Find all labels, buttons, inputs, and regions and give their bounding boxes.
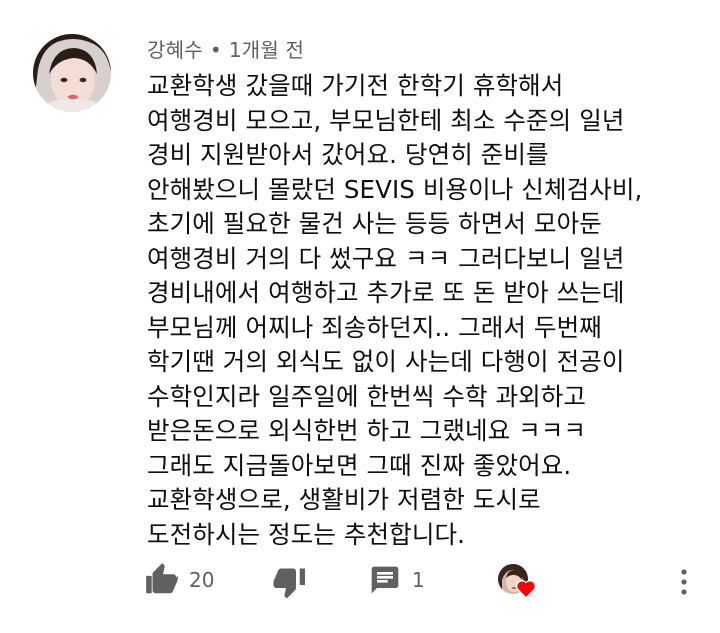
reply-button[interactable] bbox=[369, 564, 401, 596]
author-name[interactable]: 강혜수 bbox=[147, 38, 203, 62]
like-button[interactable] bbox=[143, 560, 181, 598]
author-avatar[interactable] bbox=[33, 34, 111, 112]
more-vertical-icon bbox=[681, 569, 687, 595]
thumbs-up-icon bbox=[146, 563, 178, 594]
comment-header: 강혜수 • 1개월 전 bbox=[147, 34, 304, 63]
creator-heart-badge bbox=[496, 562, 542, 602]
comment-line: 교환학생으로, 생활비가 저렴한 도시로 bbox=[147, 485, 541, 514]
author-avatar-photo bbox=[33, 34, 111, 112]
comment-line: 받은돈으로 외식한번 하고 그랬네요 ㅋㅋㅋ bbox=[147, 416, 587, 445]
comment-line: 경비 지원받아서 갔어요. 당연히 준비를 bbox=[147, 140, 549, 169]
header-separator: • bbox=[209, 38, 222, 62]
comment-line: 교환학생 갔을때 가기전 한학기 휴학해서 bbox=[147, 71, 564, 100]
comment-line: 경비내에서 여행하고 추가로 또 돈 받아 쓰는데 bbox=[147, 278, 625, 307]
comment-body: 교환학생 갔을때 가기전 한학기 휴학해서 여행경비 모으고, 부모님한테 최소… bbox=[147, 69, 707, 552]
comment-line: 안해봤으니 몰랐던 SEVIS 비용이나 신체검사비, bbox=[147, 174, 643, 204]
comment-action-bar: 20 1 bbox=[0, 560, 720, 605]
comment-line: 수학인지라 일주일에 한번씩 수학 과외하고 bbox=[147, 381, 587, 411]
comment-line: 학기땐 거의 외식도 없이 사는데 다행이 전공이 bbox=[147, 347, 625, 376]
comment-icon bbox=[371, 566, 399, 594]
dislike-button[interactable] bbox=[272, 564, 308, 600]
comment-line: 여행경비 모으고, 부모님한테 최소 수준의 일년 bbox=[147, 105, 625, 135]
comment-line: 도전하시는 정도는 추천합니다. bbox=[147, 519, 465, 549]
more-options-button[interactable] bbox=[672, 564, 696, 600]
comment-thread: 강혜수 • 1개월 전 교환학생 갔을때 가기전 한학기 휴학해서 여행경비 모으고… bbox=[0, 0, 720, 633]
comment-timestamp[interactable]: 1개월 전 bbox=[229, 38, 304, 62]
reply-count: 1 bbox=[412, 568, 425, 592]
comment-line: 초기에 필요한 물건 사는 등등 하면서 모아둔 bbox=[147, 209, 602, 238]
comment-line: 여행경비 거의 다 썼구요 ㅋㅋ 그러다보니 일년 bbox=[147, 243, 625, 273]
thumbs-down-icon bbox=[273, 568, 305, 599]
comment-line: 그래도 지금돌아보면 그때 진짜 좋았어요. bbox=[147, 450, 572, 480]
heart-icon bbox=[515, 579, 537, 599]
like-count: 20 bbox=[189, 568, 215, 592]
comment-line: 부모님께 어찌나 죄송하던지.. 그래서 두번째 bbox=[147, 312, 602, 342]
